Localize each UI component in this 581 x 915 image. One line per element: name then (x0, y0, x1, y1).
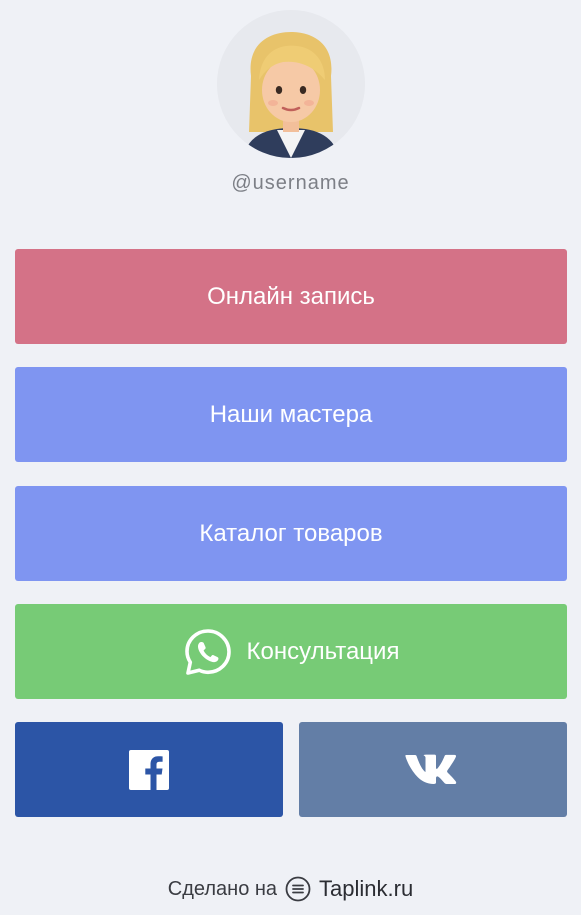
username: @username (231, 172, 350, 194)
footer[interactable]: Сделано на Taplink.ru (0, 876, 581, 902)
our-masters-label: Наши мастера (209, 400, 373, 428)
footer-made-with-text: Сделано на (167, 877, 278, 900)
vk-button[interactable] (299, 722, 567, 817)
taplink-logo-icon (285, 876, 311, 902)
online-booking-button[interactable]: Онлайн запись (15, 249, 567, 344)
consultation-button[interactable]: Консультация (15, 604, 567, 699)
product-catalog-button[interactable]: Каталог товаров (15, 486, 567, 581)
facebook-button[interactable] (15, 722, 283, 817)
avatar (217, 10, 365, 158)
whatsapp-icon (184, 628, 231, 675)
taplink-brand-link[interactable]: Taplink.ru (319, 876, 413, 902)
consultation-label: Консультация (246, 637, 400, 665)
our-masters-button[interactable]: Наши мастера (15, 367, 567, 462)
woman-avatar-icon (217, 10, 365, 158)
vk-icon (405, 754, 457, 784)
online-booking-label: Онлайн запись (207, 282, 375, 310)
facebook-icon (129, 749, 169, 790)
product-catalog-label: Каталог товаров (199, 519, 383, 547)
